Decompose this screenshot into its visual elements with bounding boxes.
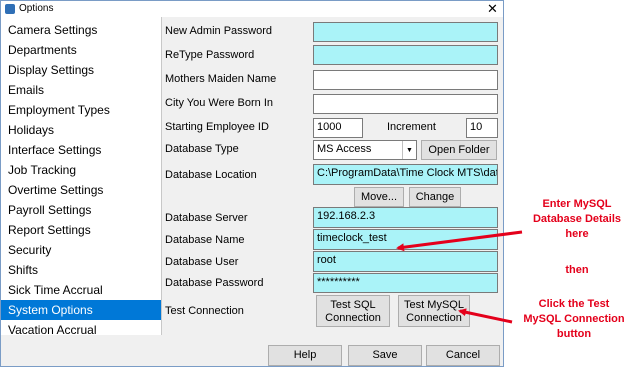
sidebar-item-sick-time-accrual[interactable]: Sick Time Accrual [1,280,161,300]
new-admin-password-label: New Admin Password [165,25,272,37]
sidebar-item-emails[interactable]: Emails [1,80,161,100]
retype-password-label: ReType Password [165,49,255,61]
annotation-line: Database Details [532,213,622,225]
sidebar-item-overtime-settings[interactable]: Overtime Settings [1,180,161,200]
sidebar-item-system-options[interactable]: System Options [1,300,161,320]
test-mysql-connection-button[interactable]: Test MySQL Connection [398,295,470,327]
chevron-down-icon[interactable]: ▼ [402,141,416,159]
sidebar-item-camera-settings[interactable]: Camera Settings [1,20,161,40]
sidebar-item-security[interactable]: Security [1,240,161,260]
test-connection-label: Test Connection [165,305,244,317]
sidebar-item-report-settings[interactable]: Report Settings [1,220,161,240]
cancel-button[interactable]: Cancel [426,345,500,366]
open-folder-button[interactable]: Open Folder [421,140,497,160]
move-button[interactable]: Move... [354,187,404,207]
test-mysql-line2: Connection [406,312,462,324]
annotation-enter-details: Enter MySQL Database Details here [518,197,636,242]
increment-field[interactable]: 10 [466,118,498,138]
annotation-then: then [565,264,589,276]
annotation-line: MySQL Connection [523,313,625,325]
sidebar-item-shifts[interactable]: Shifts [1,260,161,280]
annotation-line: button [556,328,592,340]
database-user-field[interactable]: root [313,251,498,272]
database-user-label: Database User [165,256,239,268]
database-name-field[interactable]: timeclock_test [313,229,498,250]
sidebar-item-holidays[interactable]: Holidays [1,120,161,140]
mothers-maiden-name-label: Mothers Maiden Name [165,73,277,85]
annotation-line: Enter MySQL [542,198,612,210]
sidebar-item-job-tracking[interactable]: Job Tracking [1,160,161,180]
save-button[interactable]: Save [348,345,422,366]
test-mysql-line1: Test MySQL [404,299,464,311]
mothers-maiden-name-field[interactable] [313,70,498,90]
database-password-field[interactable]: ********** [313,273,498,293]
sidebar-item-display-settings[interactable]: Display Settings [1,60,161,80]
database-name-label: Database Name [165,234,245,246]
retype-password-field[interactable] [313,45,498,65]
app-icon [5,4,15,14]
annotation-line: here [565,228,589,240]
database-password-label: Database Password [165,277,264,289]
annotation-line: Click the Test [538,298,610,310]
database-type-select[interactable]: MS Access ▼ [313,140,417,160]
database-location-field[interactable]: C:\ProgramData\Time Clock MTS\datab [313,164,498,185]
database-server-label: Database Server [165,212,248,224]
close-icon[interactable]: ✕ [487,1,498,17]
change-button[interactable]: Change [409,187,461,207]
database-type-value: MS Access [317,143,372,155]
sidebar-item-payroll-settings[interactable]: Payroll Settings [1,200,161,220]
database-type-label: Database Type [165,143,239,155]
city-born-field[interactable] [313,94,498,114]
starting-employee-id-label: Starting Employee ID [165,121,269,133]
options-dialog: Options ✕ Camera Settings Departments Di… [0,0,504,367]
sidebar-item-employment-types[interactable]: Employment Types [1,100,161,120]
annotation-click-test: Click the Test MySQL Connection button [512,297,636,342]
title-bar: Options ✕ [1,1,503,17]
sidebar-item-interface-settings[interactable]: Interface Settings [1,140,161,160]
test-sql-line2: Connection [325,312,381,324]
city-born-label: City You Were Born In [165,97,274,109]
increment-label: Increment [387,121,436,133]
sidebar: Camera Settings Departments Display Sett… [1,17,162,366]
database-location-label: Database Location [165,169,257,181]
window-title: Options [19,3,54,14]
new-admin-password-field[interactable] [313,22,498,42]
sidebar-item-departments[interactable]: Departments [1,40,161,60]
test-sql-line1: Test SQL [330,299,376,311]
starting-employee-id-field[interactable]: 1000 [313,118,363,138]
test-sql-connection-button[interactable]: Test SQL Connection [316,295,390,327]
help-button[interactable]: Help [268,345,342,366]
database-server-field[interactable]: 192.168.2.3 [313,207,498,228]
